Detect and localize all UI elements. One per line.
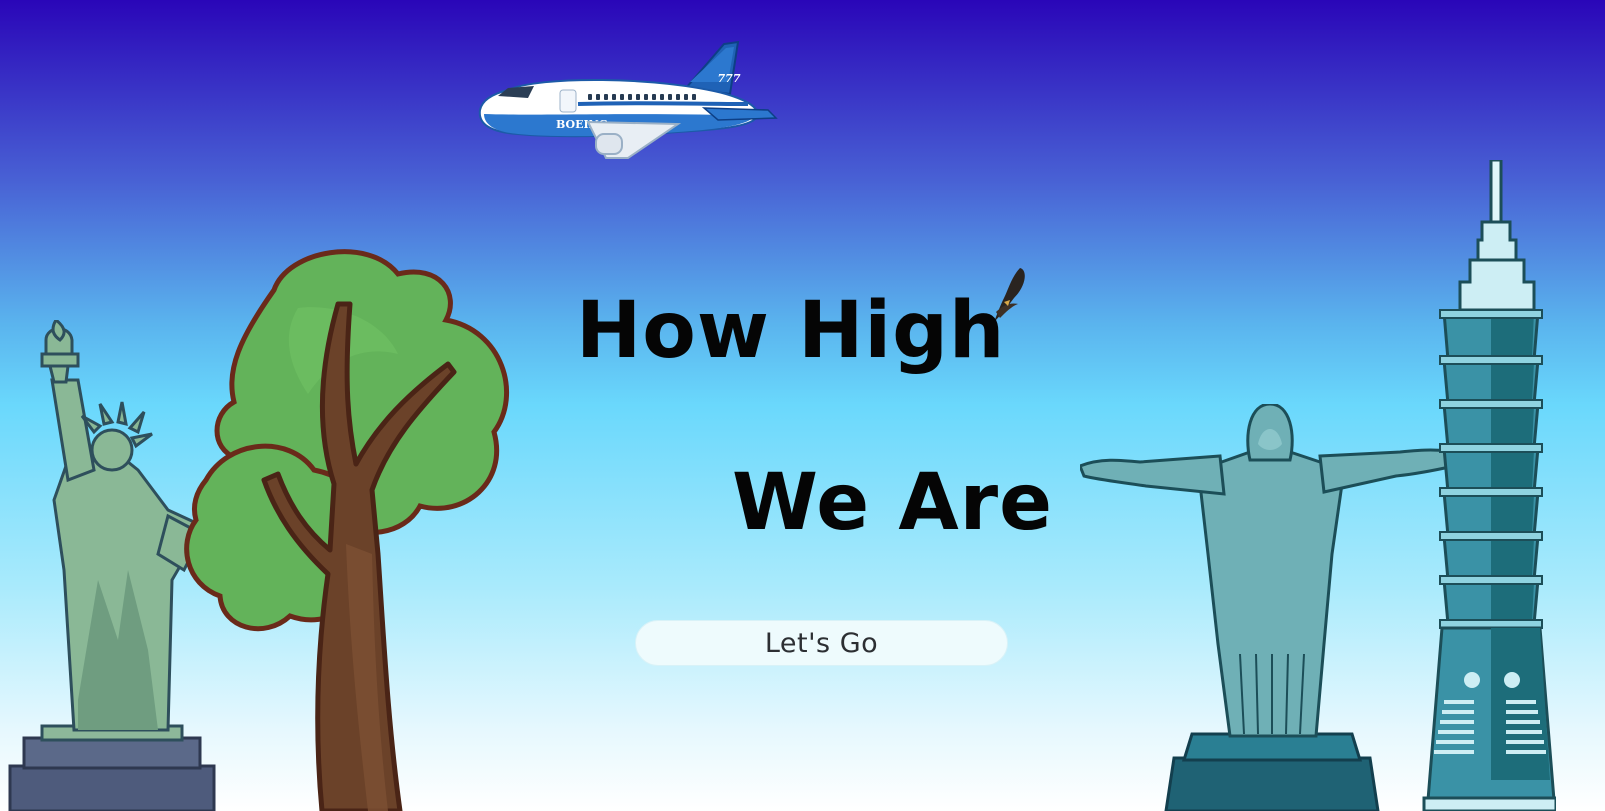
christ-the-redeemer-icon [1080, 404, 1460, 811]
headline-line-1: How High [576, 286, 1006, 376]
tree-icon [184, 249, 510, 811]
lets-go-button[interactable]: Let's Go [635, 620, 1008, 666]
airplane-icon: 777 BOEING [478, 40, 778, 159]
headline-line-2: We Are [732, 458, 1054, 548]
tail-text: 777 [718, 72, 741, 85]
taipei-101-icon [1422, 160, 1556, 811]
